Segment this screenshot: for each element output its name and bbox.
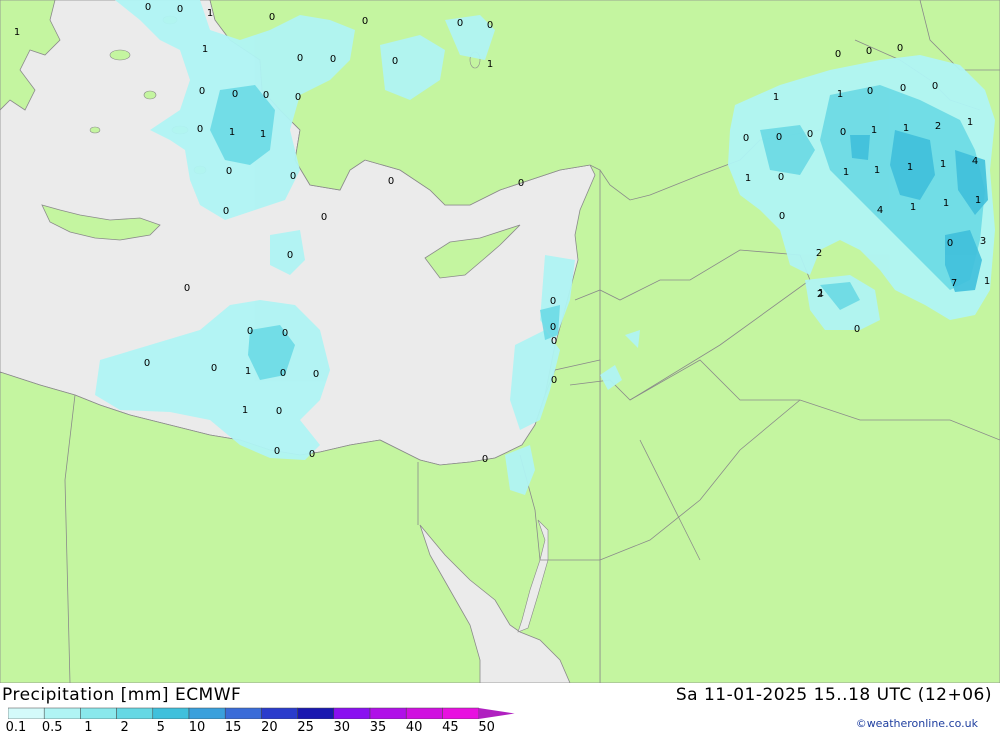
precip-value-label: 1 bbox=[984, 276, 990, 287]
precip-value-label: 0 bbox=[145, 2, 151, 13]
precip-value-label: 1 bbox=[910, 202, 916, 213]
legend-swatch bbox=[80, 707, 117, 719]
precip-value-label: 0 bbox=[223, 206, 229, 217]
precip-value-label: 0 bbox=[551, 375, 557, 386]
precip-value-label: 1 bbox=[14, 27, 20, 38]
precip-value-label: 1 bbox=[843, 167, 849, 178]
precip-value-label: 1 bbox=[202, 44, 208, 55]
precip-value-label: 0 bbox=[274, 446, 280, 457]
legend-swatch bbox=[333, 707, 371, 719]
precip-value-label: 3 bbox=[980, 236, 986, 247]
map-title: Precipitation [mm] ECMWF bbox=[2, 685, 242, 705]
precip-value-label: 7 bbox=[951, 278, 957, 289]
precip-value-label: 1 bbox=[907, 162, 913, 173]
precip-value-label: 0 bbox=[184, 283, 190, 294]
precip-value-label: 0 bbox=[247, 326, 253, 337]
precip-value-label: 2 bbox=[817, 289, 823, 300]
precip-value-label: 0 bbox=[362, 16, 368, 27]
precip-value-label: 1 bbox=[745, 173, 751, 184]
precip-value-label: 0 bbox=[330, 54, 336, 65]
precip-value-label: 0 bbox=[840, 127, 846, 138]
legend-swatch bbox=[188, 707, 226, 719]
precip-value-label: 0 bbox=[297, 53, 303, 64]
precip-value-label: 0 bbox=[269, 12, 275, 23]
precip-value-label: 4 bbox=[972, 156, 978, 167]
precip-value-label: 0 bbox=[290, 171, 296, 182]
precip-value-label: 0 bbox=[900, 83, 906, 94]
precip-value-label: 1 bbox=[903, 123, 909, 134]
precip-value-label: 0 bbox=[287, 250, 293, 261]
legend-swatch bbox=[442, 707, 479, 719]
precip-value-label: 0 bbox=[947, 238, 953, 249]
precip-value-label: 1 bbox=[207, 8, 213, 19]
precip-value-label: 0 bbox=[263, 90, 269, 101]
precip-value-label: 1 bbox=[871, 125, 877, 136]
precip-value-label: 0 bbox=[199, 86, 205, 97]
precip-value-label: 0 bbox=[932, 81, 938, 92]
precip-value-label: 0 bbox=[807, 129, 813, 140]
precip-value-label: 0 bbox=[551, 336, 557, 347]
precip-value-label: 0 bbox=[778, 172, 784, 183]
legend-swatch bbox=[8, 707, 45, 719]
precip-value-label: 0 bbox=[295, 92, 301, 103]
precip-value-label: 1 bbox=[773, 92, 779, 103]
precip-value-label: 0 bbox=[867, 86, 873, 97]
precip-value-label: 0 bbox=[388, 176, 394, 187]
precip-value-label: 1 bbox=[837, 89, 843, 100]
precip-value-label: 0 bbox=[211, 363, 217, 374]
precip-value-label: 0 bbox=[866, 46, 872, 57]
precipitation-map: 0 0 1 0 1 0 0 0 1 0 0 0 1 0 0 0 0 0 1 1 0 0 0 0 0 0 0 0 0 0 0 0 0 0 0 0 1 0 0 1… bbox=[0, 0, 1000, 683]
precip-value-label: 0 bbox=[743, 133, 749, 144]
map-datetime: Sa 11-01-2025 15..18 UTC (12+06) bbox=[675, 685, 992, 705]
precip-value-label: 0 bbox=[232, 89, 238, 100]
precip-value-label: 0 bbox=[776, 132, 782, 143]
legend-swatch bbox=[405, 707, 443, 719]
precip-value-label: 0 bbox=[457, 18, 463, 29]
precip-value-label: 0 bbox=[835, 49, 841, 60]
precip-value-label: 0 bbox=[518, 178, 524, 189]
precip-value-label: 0 bbox=[309, 449, 315, 460]
legend-swatch bbox=[116, 707, 154, 719]
precip-value-label: 0 bbox=[897, 43, 903, 54]
precip-value-label: 0 bbox=[226, 166, 232, 177]
precip-value-label: 1 bbox=[975, 195, 981, 206]
precip-value-label: 1 bbox=[260, 129, 266, 140]
precip-value-label: 2 bbox=[816, 248, 822, 259]
legend-swatch bbox=[43, 707, 81, 719]
precip-value-label: 0 bbox=[177, 4, 183, 15]
precip-value-label: 0 bbox=[550, 296, 556, 307]
precip-value-label: 0 bbox=[854, 324, 860, 335]
precip-value-label: 1 bbox=[874, 165, 880, 176]
precip-value-label: 0 bbox=[197, 124, 203, 135]
footer-bar: Precipitation [mm] ECMWF Sa 11-01-2025 1… bbox=[0, 683, 1000, 735]
precip-value-label: 0 bbox=[550, 322, 556, 333]
precip-value-label: 0 bbox=[313, 369, 319, 380]
precip-value-label: 1 bbox=[487, 59, 493, 70]
precip-value-label: 1 bbox=[967, 117, 973, 128]
legend-swatch bbox=[369, 707, 407, 719]
precip-value-label: 1 bbox=[940, 159, 946, 170]
precip-value-label: 1 bbox=[242, 405, 248, 416]
credit-link[interactable]: ©weatheronline.co.uk bbox=[856, 717, 978, 730]
precip-value-label: 0 bbox=[482, 454, 488, 465]
precip-value-label: 0 bbox=[392, 56, 398, 67]
legend-arrow bbox=[478, 708, 515, 719]
precip-value-label: 0 bbox=[779, 211, 785, 222]
precip-value-label: 4 bbox=[877, 205, 883, 216]
legend-colorbar bbox=[8, 707, 515, 719]
precip-value-label: 0 bbox=[276, 406, 282, 417]
precip-value-label: 1 bbox=[229, 127, 235, 138]
precip-value-label: 1 bbox=[245, 366, 251, 377]
precip-value-label: 0 bbox=[280, 368, 286, 379]
precip-value-label: 0 bbox=[282, 328, 288, 339]
precip-value-label: 1 bbox=[943, 198, 949, 209]
precip-value-label: 0 bbox=[321, 212, 327, 223]
legend-swatch bbox=[224, 707, 262, 719]
legend-swatch bbox=[152, 707, 190, 719]
precip-value-label: 2 bbox=[935, 121, 941, 132]
precip-value-label: 0 bbox=[487, 20, 493, 31]
legend-swatch bbox=[261, 707, 298, 719]
legend-swatch bbox=[297, 707, 335, 719]
precip-value-label: 0 bbox=[144, 358, 150, 369]
